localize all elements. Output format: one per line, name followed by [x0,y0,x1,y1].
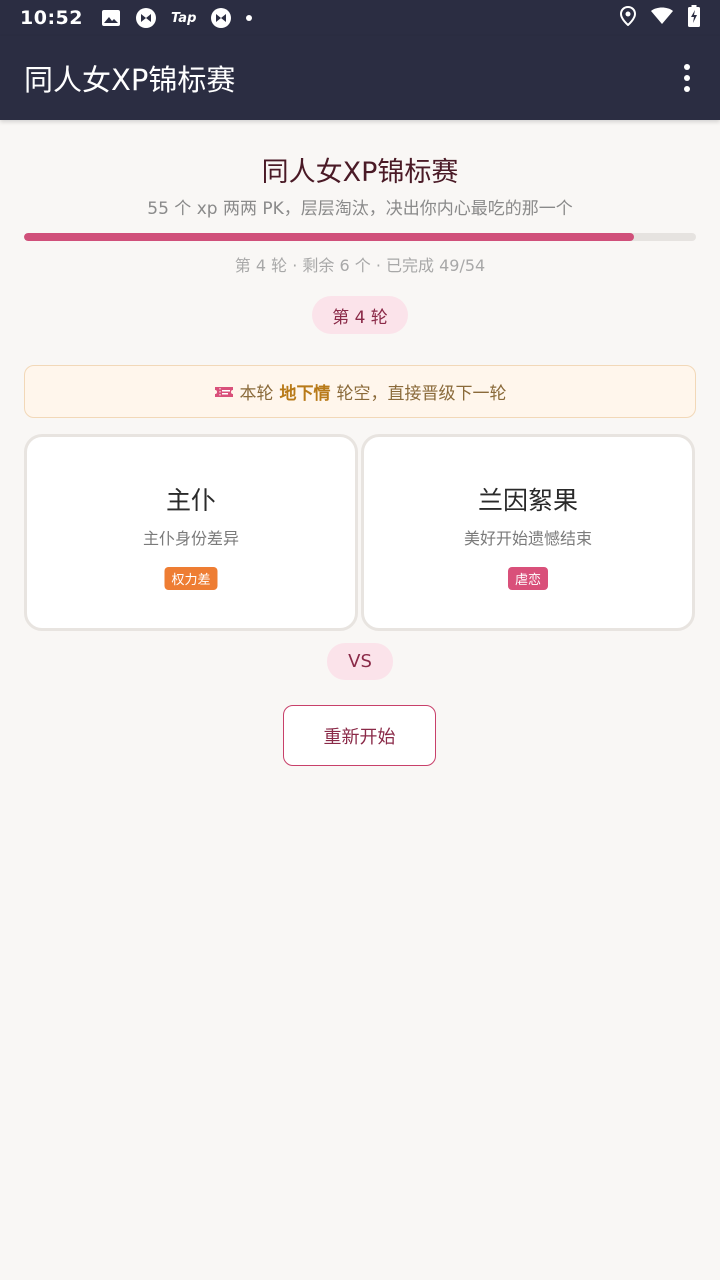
page-subtitle: 55 个 xp 两两 PK，层层淘汰，决出你内心最吃的那一个 [147,199,573,219]
battery-icon [688,5,700,31]
card-title: 主仆 [165,486,216,515]
status-left-icons: Tap [101,7,253,29]
choice-card-right[interactable]: 兰因絮果 美好开始遗憾结束 虐恋 [361,434,695,631]
location-icon [619,5,637,30]
progress-text: 第 4 轮 · 剩余 6 个 · 已完成 49/54 [234,256,486,275]
tap-icon: Tap [170,10,197,26]
status-time: 10:52 [20,7,83,29]
notice-highlight: 地下情 [279,384,331,404]
notice-prefix: 本轮 [239,384,274,404]
card-desc: 主仆身份差异 [142,529,239,548]
app-bar: 同人女XP锦标赛 [0,36,720,120]
card-title: 兰因絮果 [477,486,578,515]
vs-badge: VS [327,643,393,680]
more-vert-icon[interactable] [678,58,696,98]
app-title: 同人女XP锦标赛 [24,63,236,97]
progress-bar [24,233,696,241]
notification-dot-icon [246,15,253,21]
progress-fill [24,233,634,241]
status-right-icons [619,5,700,31]
ticket-icon [214,385,234,399]
image-icon [101,9,121,27]
choice-card-left[interactable]: 主仆 主仆身份差异 权力差 [24,434,358,631]
restart-button[interactable]: 重新开始 [283,705,436,766]
page-title: 同人女XP锦标赛 [261,157,459,188]
notice-suffix: 轮空，直接晋级下一轮 [336,384,507,404]
round-badge: 第 4 轮 [312,296,408,334]
card-tag: 权力差 [164,567,218,590]
bye-notice: 本轮 地下情 轮空，直接晋级下一轮 [24,365,696,418]
wifi-icon [650,7,674,29]
status-bar: 10:52 Tap [0,0,720,36]
app-icon [135,7,157,29]
app-icon [210,7,232,29]
card-desc: 美好开始遗憾结束 [463,529,592,548]
card-tag: 虐恋 [507,567,549,590]
